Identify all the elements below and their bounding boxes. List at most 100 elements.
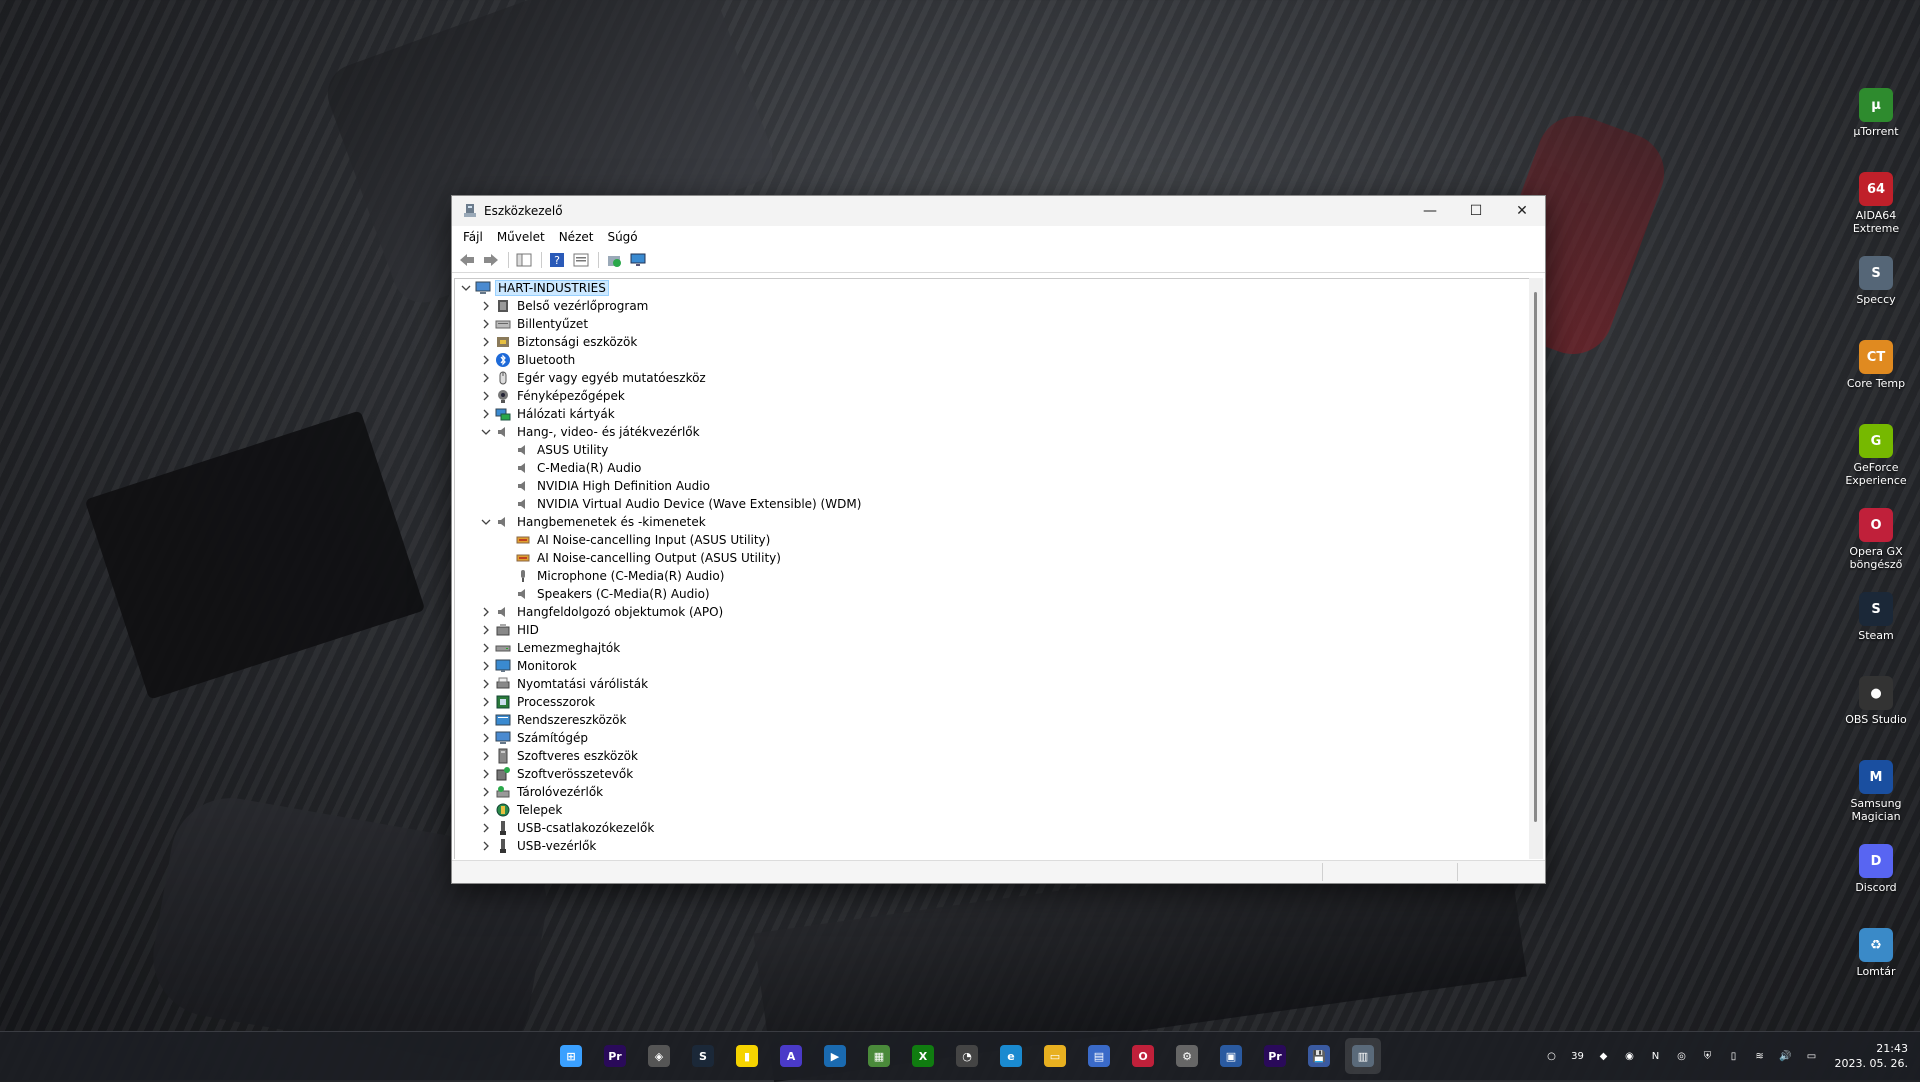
tree-category[interactable]: Belső vezérlőprogram <box>455 297 1529 315</box>
chevron-right-icon[interactable] <box>479 839 493 853</box>
temperature-tray-icon[interactable]: 39 <box>1567 1045 1589 1067</box>
desktop-icon[interactable]: CT Core Temp <box>1838 340 1914 424</box>
help-button[interactable]: ? <box>546 250 568 270</box>
tree-category[interactable]: Hangbemenetek és -kimenetek <box>455 513 1529 531</box>
chevron-down-icon[interactable] <box>459 281 473 295</box>
scan-hardware-button[interactable] <box>627 250 649 270</box>
chevron-right-icon[interactable] <box>479 317 493 331</box>
tree-category[interactable]: Fényképezőgépek <box>455 387 1529 405</box>
tree-category[interactable]: Hálózati kártyák <box>455 405 1529 423</box>
taskbar-app[interactable]: ▮ <box>729 1038 765 1074</box>
chevron-right-icon[interactable] <box>479 389 493 403</box>
menu-action[interactable]: Művelet <box>490 230 552 244</box>
minimize-button[interactable]: — <box>1407 196 1453 226</box>
vertical-scrollbar[interactable] <box>1529 278 1543 859</box>
tree-device[interactable]: ASUS Utility <box>455 441 1529 459</box>
tree-category[interactable]: Billentyűzet <box>455 315 1529 333</box>
taskbar-app[interactable]: ◈ <box>641 1038 677 1074</box>
desktop-icon[interactable]: O Opera GX böngésző <box>1838 508 1914 592</box>
tree-category[interactable]: Bluetooth <box>455 351 1529 369</box>
taskbar-app[interactable]: ▭ <box>1037 1038 1073 1074</box>
forward-button[interactable] <box>480 250 502 270</box>
tree-category[interactable]: Nyomtatási várólisták <box>455 675 1529 693</box>
usb-tray-icon[interactable]: ▯ <box>1723 1045 1745 1067</box>
tree-category[interactable]: Szoftverösszetevők <box>455 765 1529 783</box>
tree-category[interactable]: Egér vagy egyéb mutatóeszköz <box>455 369 1529 387</box>
desktop-icon[interactable]: S Speccy <box>1838 256 1914 340</box>
menu-help[interactable]: Súgó <box>600 230 644 244</box>
tree-device[interactable]: NVIDIA High Definition Audio <box>455 477 1529 495</box>
chevron-right-icon[interactable] <box>479 299 493 313</box>
taskbar-app[interactable]: ▦ <box>861 1038 897 1074</box>
app-tray-icon[interactable]: ◉ <box>1619 1045 1641 1067</box>
taskbar-app[interactable]: X <box>905 1038 941 1074</box>
tree-category[interactable]: Hang-, video- és játékvezérlők <box>455 423 1529 441</box>
chevron-right-icon[interactable] <box>479 803 493 817</box>
tree-category[interactable]: Tárolóvezérlők <box>455 783 1529 801</box>
onenote-tray-icon[interactable]: N <box>1645 1045 1667 1067</box>
device-tree[interactable]: HART-INDUSTRIES Belső vezérlőprogram Bille… <box>454 278 1529 859</box>
taskbar-app[interactable]: ▶ <box>817 1038 853 1074</box>
tree-category[interactable]: USB-csatlakozókezelők <box>455 819 1529 837</box>
tree-category[interactable]: Processzorok <box>455 693 1529 711</box>
taskbar-app[interactable]: ▤ <box>1081 1038 1117 1074</box>
chevron-right-icon[interactable] <box>479 623 493 637</box>
chevron-right-icon[interactable] <box>479 353 493 367</box>
back-button[interactable] <box>456 250 478 270</box>
tree-category[interactable]: Számítógép <box>455 729 1529 747</box>
taskbar-app[interactable]: ▥ <box>1345 1038 1381 1074</box>
chevron-down-icon[interactable] <box>479 515 493 529</box>
chevron-down-icon[interactable] <box>479 425 493 439</box>
nvidia-tray-icon[interactable]: ◆ <box>1593 1045 1615 1067</box>
tree-device[interactable]: AI Noise-cancelling Input (ASUS Utility) <box>455 531 1529 549</box>
taskbar-app[interactable]: e <box>993 1038 1029 1074</box>
tree-category[interactable]: USB-vezérlők <box>455 837 1529 855</box>
tree-category[interactable]: HID <box>455 621 1529 639</box>
tree-category[interactable]: Lemezmeghajtók <box>455 639 1529 657</box>
desktop-icon[interactable]: S Steam <box>1838 592 1914 676</box>
chevron-right-icon[interactable] <box>479 605 493 619</box>
chevron-right-icon[interactable] <box>479 785 493 799</box>
desktop-icon[interactable]: ● OBS Studio <box>1838 676 1914 760</box>
desktop-icon[interactable]: M Samsung Magician <box>1838 760 1914 844</box>
maximize-button[interactable]: ☐ <box>1453 196 1499 226</box>
scrollbar-thumb[interactable] <box>1534 292 1537 822</box>
menu-view[interactable]: Nézet <box>552 230 601 244</box>
chevron-right-icon[interactable] <box>479 731 493 745</box>
taskbar-app[interactable]: O <box>1125 1038 1161 1074</box>
clock[interactable]: 21:43 2023. 05. 26. <box>1835 1041 1908 1071</box>
tree-device[interactable]: NVIDIA Virtual Audio Device (Wave Extens… <box>455 495 1529 513</box>
circle-tray-icon[interactable]: ○ <box>1541 1045 1563 1067</box>
chevron-right-icon[interactable] <box>479 749 493 763</box>
chevron-right-icon[interactable] <box>479 659 493 673</box>
taskbar-app[interactable]: S <box>685 1038 721 1074</box>
tree-device[interactable]: Speakers (C-Media(R) Audio) <box>455 585 1529 603</box>
battery-tray-icon[interactable]: ▭ <box>1801 1045 1823 1067</box>
chevron-right-icon[interactable] <box>479 677 493 691</box>
security-tray-icon[interactable]: ◎ <box>1671 1045 1693 1067</box>
close-button[interactable]: ✕ <box>1499 196 1545 226</box>
properties-button[interactable] <box>570 250 592 270</box>
taskbar-app[interactable]: 💾 <box>1301 1038 1337 1074</box>
chevron-right-icon[interactable] <box>479 407 493 421</box>
desktop-icon[interactable]: ♻ Lomtár <box>1838 928 1914 1012</box>
chevron-right-icon[interactable] <box>479 767 493 781</box>
chevron-right-icon[interactable] <box>479 335 493 349</box>
desktop-icon[interactable]: G GeForce Experience <box>1838 424 1914 508</box>
tree-category[interactable]: Biztonsági eszközök <box>455 333 1529 351</box>
show-hide-console-tree-button[interactable] <box>513 250 535 270</box>
tree-category[interactable]: Hangfeldolgozó objektumok (APO) <box>455 603 1529 621</box>
tree-category[interactable]: Szoftveres eszközök <box>455 747 1529 765</box>
menu-file[interactable]: Fájl <box>456 230 490 244</box>
tree-device[interactable]: C-Media(R) Audio <box>455 459 1529 477</box>
tree-device[interactable]: AI Noise-cancelling Output (ASUS Utility… <box>455 549 1529 567</box>
update-driver-button[interactable] <box>603 250 625 270</box>
chevron-right-icon[interactable] <box>479 695 493 709</box>
chevron-right-icon[interactable] <box>479 641 493 655</box>
taskbar-app[interactable]: ⊞ <box>553 1038 589 1074</box>
tree-category[interactable]: Rendszereszközök <box>455 711 1529 729</box>
desktop-icon[interactable]: µ µTorrent <box>1838 88 1914 172</box>
tree-device[interactable]: Microphone (C-Media(R) Audio) <box>455 567 1529 585</box>
title-bar[interactable]: Eszközkezelő — ☐ ✕ <box>452 196 1545 226</box>
taskbar-app[interactable]: Pr <box>1257 1038 1293 1074</box>
